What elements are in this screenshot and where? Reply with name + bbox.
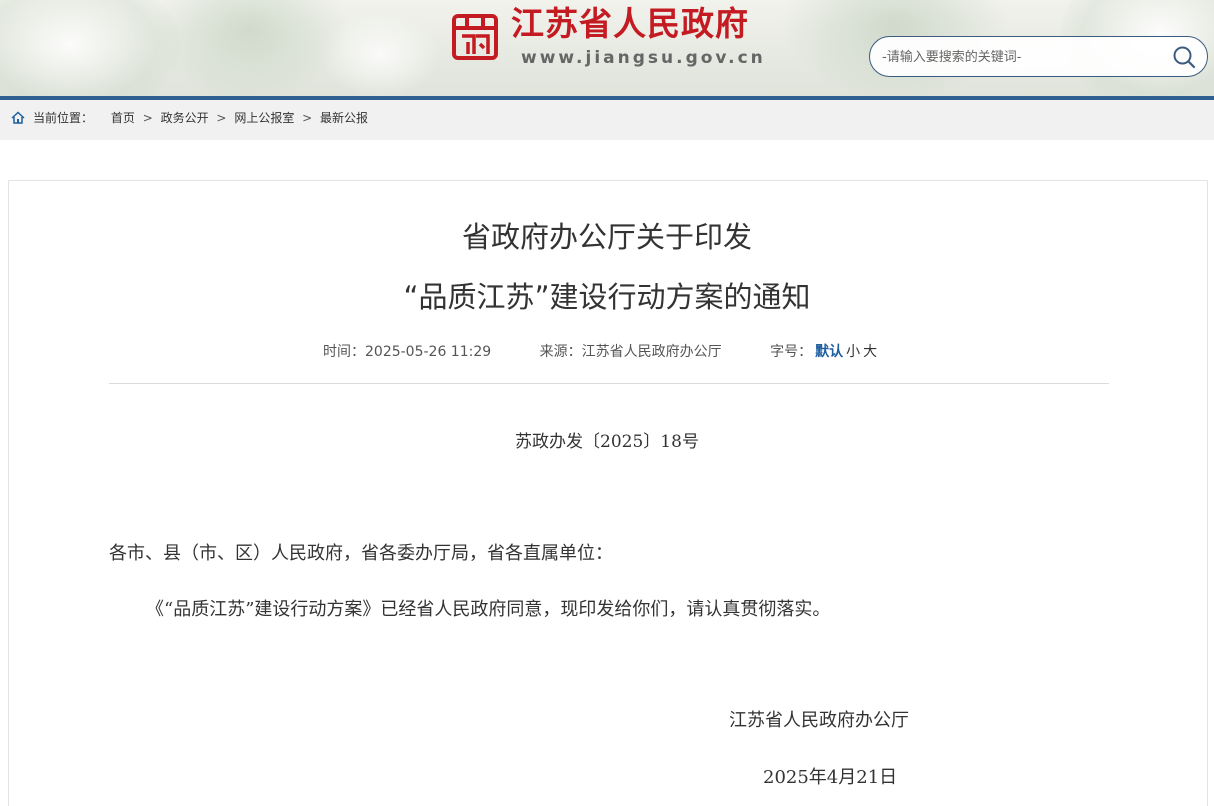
breadcrumb-label: 当前位置： [33,111,94,125]
search-input[interactable] [882,45,1152,69]
breadcrumb-separator: > [216,111,227,125]
breadcrumb-trail: 当前位置： 首页 > 政务公开 > 网上公报室 > 最新公报 [33,100,368,136]
font-size-small[interactable]: 小 [846,344,860,360]
time-value: 2025-05-26 11:29 [365,344,492,360]
breadcrumb-gazette-office[interactable]: 网上公报室 [234,111,294,125]
article-title-line2: “品质江苏”建设行动方案的通知 [403,280,811,314]
article-meta: 时间：2025-05-26 11:29 来源：江苏省人民政府办公厅 字号： 默认小… [323,342,877,362]
font-size-control: 字号： 默认小大 [770,344,877,360]
breadcrumb: 当前位置： 首页 > 政务公开 > 网上公报室 > 最新公报 [0,100,1214,140]
signature-date: 2025年4月21日 [763,767,898,788]
jiangsu-logo-icon[interactable] [452,14,498,60]
home-icon [11,111,25,124]
meta-divider [109,383,1109,384]
article-card [8,180,1208,806]
breadcrumb-separator: > [142,111,153,125]
publish-time: 时间：2025-05-26 11:29 [323,344,491,360]
source-label: 来源： [539,344,582,360]
signature-organization: 江苏省人民政府办公厅 [729,710,909,731]
body-paragraph: 《“品质江苏”建设行动方案》已经省人民政府同意，现印发给你们，请认真贯彻落实。 [146,599,831,620]
decorative-flower [320,10,440,96]
site-name[interactable]: 江苏省人民政府 [511,2,749,46]
breadcrumb-gov-affairs[interactable]: 政务公开 [161,111,209,125]
article-source: 来源：江苏省人民政府办公厅 [540,344,722,360]
document-number: 苏政办发〔2025〕18号 [515,432,699,452]
font-size-default[interactable]: 默认 [815,344,843,360]
search-icon[interactable] [1172,45,1196,69]
source-value: 江苏省人民政府办公厅 [581,344,722,360]
font-size-label: 字号： [770,344,813,360]
font-size-large[interactable]: 大 [863,344,877,360]
time-label: 时间： [323,344,365,360]
article-title-line1: 省政府办公厅关于印发 [461,220,752,254]
breadcrumb-separator: > [302,111,313,125]
site-url[interactable]: www.jiangsu.gov.cn [521,46,766,70]
breadcrumb-home[interactable]: 首页 [111,111,135,125]
breadcrumb-latest-gazette[interactable]: 最新公报 [320,111,368,125]
salutation: 各市、县（市、区）人民政府，省各委办厅局，省各直属单位： [109,543,613,564]
search-box [869,36,1208,77]
site-header: 江苏省人民政府 www.jiangsu.gov.cn [0,0,1214,96]
